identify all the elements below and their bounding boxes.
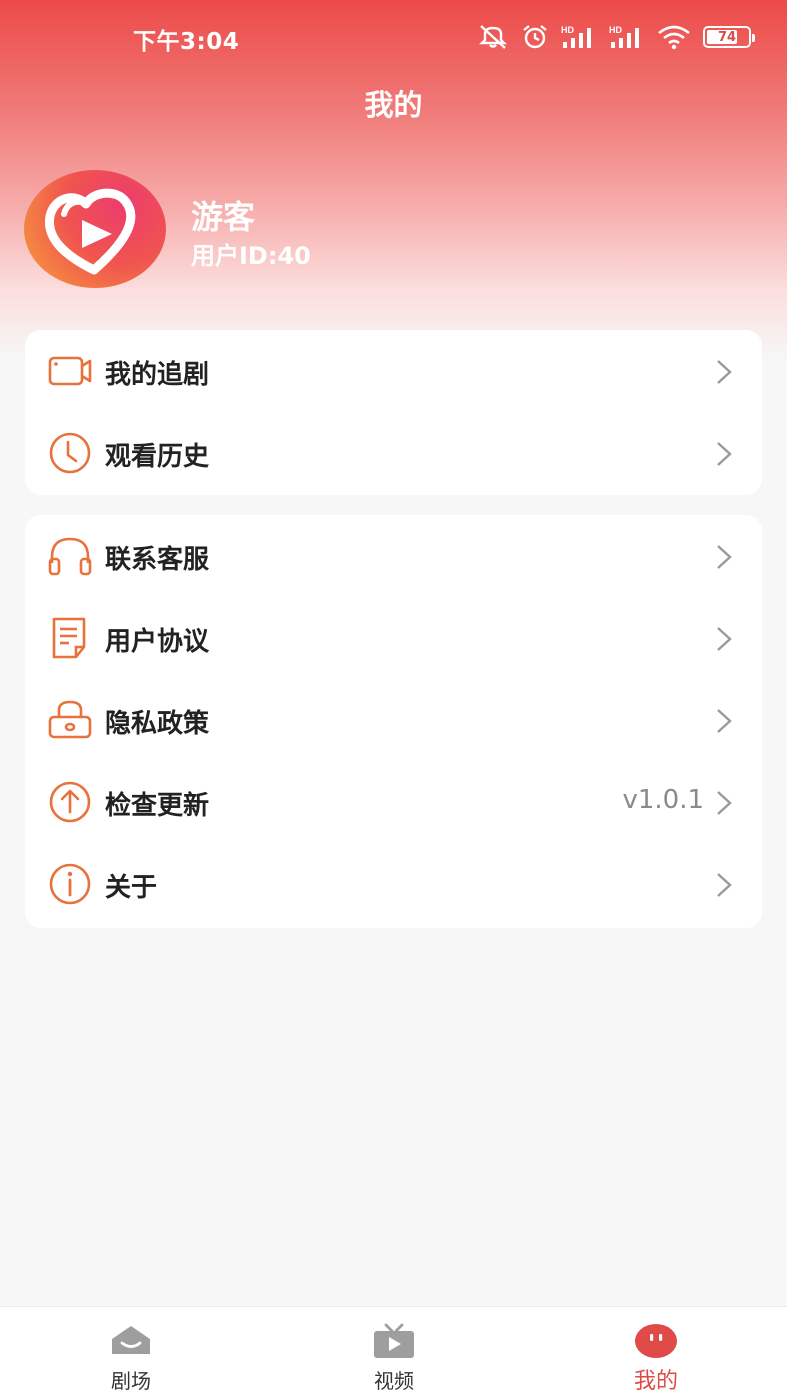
tab-label: 剧场 bbox=[111, 1369, 151, 1393]
status-bar: 下午3:04 HD HD 74 bbox=[0, 0, 787, 74]
menu-item-label: 检查更新 bbox=[105, 791, 210, 821]
chevron-right-icon bbox=[717, 873, 732, 897]
menu-item-privacy-policy[interactable]: 隐私政策 bbox=[25, 679, 762, 761]
menu-item-label: 关于 bbox=[105, 873, 158, 903]
menu-item-my-dramas[interactable]: 我的追剧 bbox=[25, 330, 762, 412]
lock-icon bbox=[48, 700, 92, 739]
chevron-right-icon bbox=[717, 545, 732, 569]
battery-icon: 74 bbox=[703, 26, 755, 48]
menu-item-label: 联系客服 bbox=[105, 545, 210, 575]
svg-text:HD: HD bbox=[609, 25, 622, 35]
chevron-right-icon bbox=[717, 627, 732, 651]
user-id: 用户ID:40 bbox=[191, 242, 311, 270]
chevron-right-icon bbox=[717, 791, 732, 815]
tab-mine[interactable]: 我的 bbox=[586, 1307, 726, 1400]
headphones-icon bbox=[48, 537, 92, 576]
mute-icon bbox=[479, 25, 507, 49]
menu-item-label: 隐私政策 bbox=[105, 709, 210, 739]
tab-label: 视频 bbox=[374, 1369, 414, 1393]
document-icon bbox=[52, 617, 86, 659]
status-time: 下午3:04 bbox=[133, 29, 240, 55]
theater-icon bbox=[112, 1326, 150, 1354]
page-title: 我的 bbox=[364, 88, 423, 122]
tv-icon bbox=[374, 1323, 414, 1358]
upload-arrow-icon bbox=[49, 781, 91, 823]
signal-2-icon: HD bbox=[609, 25, 639, 48]
bottom-tab-bar: 剧场 视频 我的 bbox=[0, 1306, 787, 1400]
chevron-right-icon bbox=[717, 442, 732, 466]
chevron-right-icon bbox=[717, 709, 732, 733]
menu-item-label: 观看历史 bbox=[105, 442, 210, 472]
menu-card-2: 联系客服 用户协议 隐私政策 检查更新 v1.0.1 关于 bbox=[25, 515, 762, 928]
svg-text:HD: HD bbox=[561, 25, 574, 35]
menu-item-watch-history[interactable]: 观看历史 bbox=[25, 412, 762, 494]
user-name: 游客 bbox=[191, 198, 256, 236]
clock-icon bbox=[49, 432, 91, 474]
menu-item-check-update[interactable]: 检查更新 v1.0.1 bbox=[25, 761, 762, 843]
menu-item-user-agreement[interactable]: 用户协议 bbox=[25, 597, 762, 679]
avatar[interactable] bbox=[24, 170, 166, 288]
app-version: v1.0.1 bbox=[622, 785, 704, 815]
menu-item-customer-service[interactable]: 联系客服 bbox=[25, 515, 762, 597]
status-icons: HD HD 74 bbox=[477, 20, 755, 54]
tab-video[interactable]: 视频 bbox=[324, 1307, 464, 1400]
signal-1-icon: HD bbox=[561, 25, 591, 48]
video-camera-icon bbox=[48, 356, 92, 386]
menu-item-label: 用户协议 bbox=[105, 627, 210, 657]
menu-card-1: 我的追剧 观看历史 bbox=[25, 330, 762, 495]
wifi-icon bbox=[658, 25, 690, 50]
menu-item-label: 我的追剧 bbox=[105, 360, 210, 390]
tab-theater[interactable]: 剧场 bbox=[61, 1307, 201, 1400]
info-icon bbox=[49, 863, 91, 905]
profile-face-icon bbox=[635, 1324, 677, 1358]
chevron-right-icon bbox=[717, 360, 732, 384]
menu-item-about[interactable]: 关于 bbox=[25, 843, 762, 925]
app-logo-icon bbox=[44, 188, 136, 275]
alarm-icon bbox=[523, 25, 547, 49]
battery-level: 74 bbox=[717, 29, 737, 45]
tab-label: 我的 bbox=[633, 1369, 678, 1394]
